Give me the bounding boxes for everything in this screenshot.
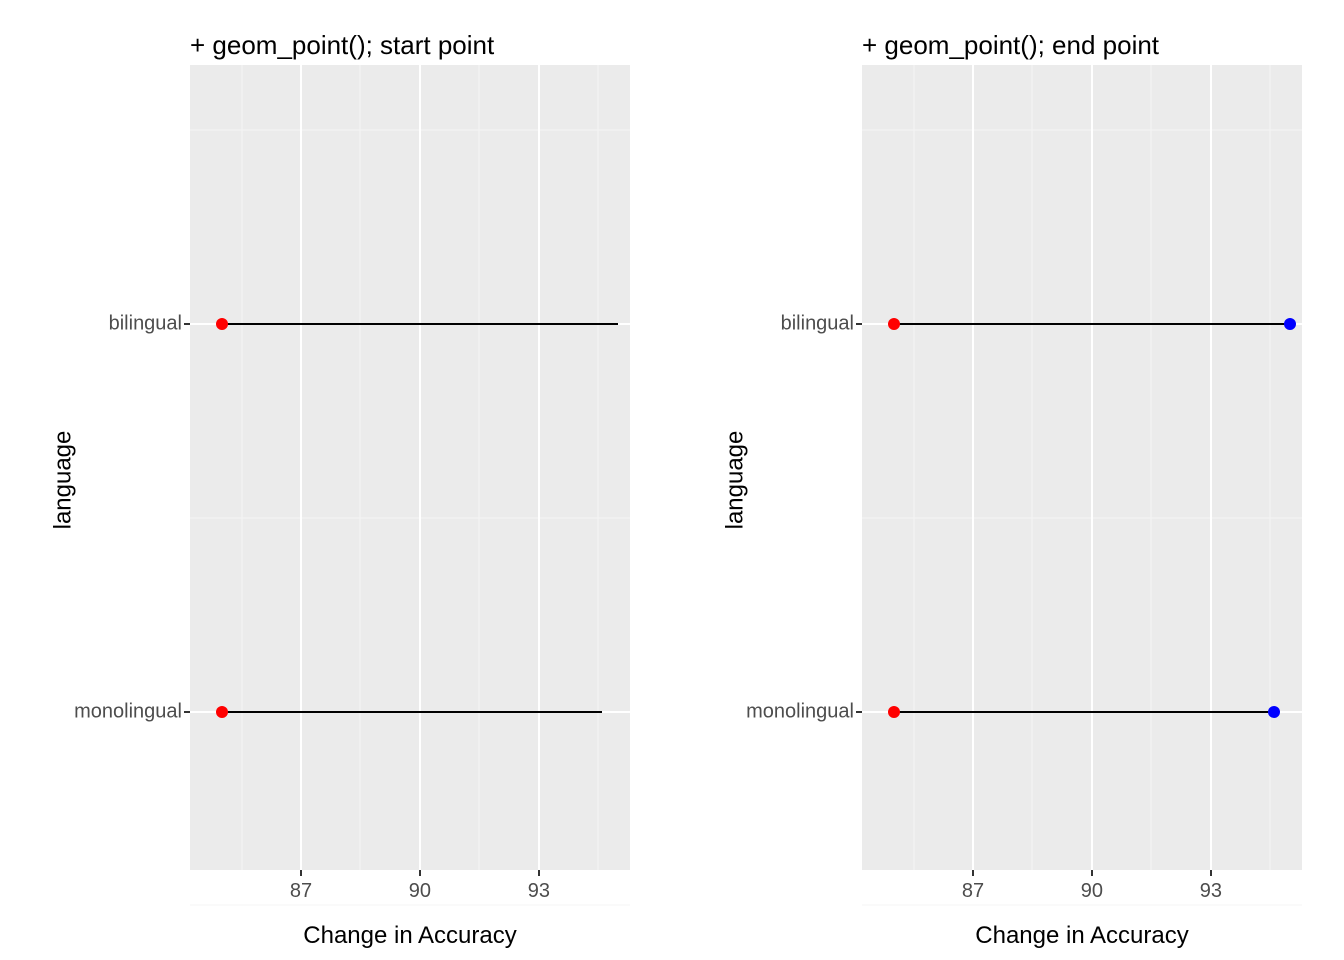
x-tick-mark	[538, 870, 540, 876]
x-axis-label: Change in Accuracy	[862, 922, 1302, 950]
facet-end: + geom_point(); end point language bilin…	[672, 0, 1344, 960]
x-axis-label: Change in Accuracy	[190, 922, 630, 950]
grid-v-major	[1091, 65, 1093, 870]
y-tick-bilingual: bilingual	[109, 313, 182, 336]
grid-v-major	[300, 65, 302, 870]
y-axis-label: language	[49, 431, 77, 530]
x-tick-mark	[300, 870, 302, 876]
plot-panel	[862, 65, 1302, 870]
x-tick-mark	[1210, 870, 1212, 876]
x-tick-90: 90	[1081, 880, 1103, 903]
grid-h-minor	[190, 518, 630, 519]
x-tick-mark	[1091, 870, 1093, 876]
facet-start: + geom_point(); start point language bil…	[0, 0, 672, 960]
plot-panel	[190, 65, 630, 870]
grid-v-major	[538, 65, 540, 870]
grid-v-major	[1210, 65, 1212, 870]
x-tick-87: 87	[962, 880, 984, 903]
grid-h-minor	[862, 518, 1302, 519]
segment-bilingual	[894, 323, 1290, 325]
grid-v-major	[972, 65, 974, 870]
grid-h-minor	[190, 905, 630, 906]
x-tick-87: 87	[290, 880, 312, 903]
point-bilingual-end	[1284, 318, 1296, 330]
segment-monolingual	[222, 711, 603, 713]
x-tick-90: 90	[409, 880, 431, 903]
point-monolingual-start	[216, 706, 228, 718]
grid-v-major	[419, 65, 421, 870]
segment-bilingual	[222, 323, 618, 325]
grid-v-minor	[598, 65, 599, 870]
y-axis-label: language	[721, 431, 749, 530]
grid-h-minor	[862, 905, 1302, 906]
point-monolingual-end	[1268, 706, 1280, 718]
grid-v-minor	[241, 65, 242, 870]
x-tick-mark	[419, 870, 421, 876]
figure: + geom_point(); start point language bil…	[0, 0, 1344, 960]
y-tick-bilingual: bilingual	[781, 313, 854, 336]
point-monolingual-start	[888, 706, 900, 718]
segment-monolingual	[894, 711, 1275, 713]
point-bilingual-start	[216, 318, 228, 330]
grid-v-minor	[1270, 65, 1271, 870]
grid-h-minor	[862, 130, 1302, 131]
grid-v-minor	[1151, 65, 1152, 870]
grid-v-minor	[913, 65, 914, 870]
grid-v-minor	[1032, 65, 1033, 870]
chart-title: + geom_point(); end point	[862, 30, 1344, 61]
grid-v-minor	[479, 65, 480, 870]
point-bilingual-start	[888, 318, 900, 330]
x-tick-93: 93	[528, 880, 550, 903]
x-tick-mark	[972, 870, 974, 876]
x-tick-93: 93	[1200, 880, 1222, 903]
y-tick-monolingual: monolingual	[74, 701, 182, 724]
grid-h-minor	[190, 130, 630, 131]
grid-v-minor	[360, 65, 361, 870]
y-tick-monolingual: monolingual	[746, 701, 854, 724]
